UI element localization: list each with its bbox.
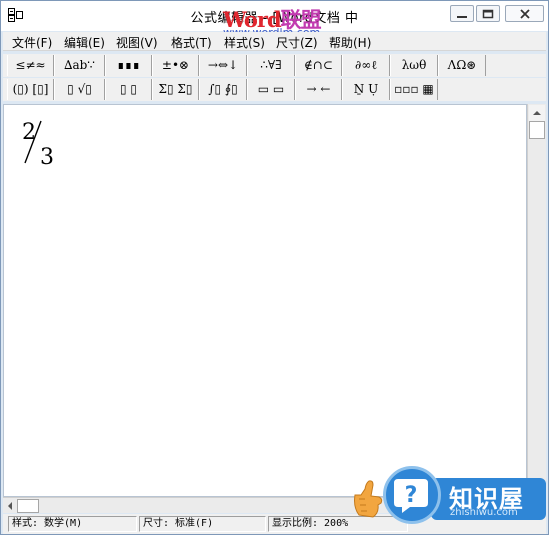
horizontal-scroll-thumb[interactable]	[17, 499, 39, 513]
maximize-button[interactable]	[476, 5, 500, 22]
greek-lowercase-button[interactable]: λωθ	[390, 55, 438, 76]
spaces-ellipses-button[interactable]: ∆ab∵	[54, 55, 105, 76]
logical-symbols-button[interactable]: ∴∀∃	[247, 55, 295, 76]
relational-symbols-button[interactable]: ≤≠≈	[7, 55, 54, 76]
operator-symbols-button[interactable]: ±•⊗	[152, 55, 199, 76]
svg-text:?: ?	[405, 483, 418, 508]
question-mark-icon: ?	[394, 479, 428, 513]
underbar-overbar-templates-button[interactable]: ▭ ▭	[247, 79, 295, 100]
summation-templates-button[interactable]: Σ▯ Σ▯	[152, 79, 199, 100]
arrow-symbols-button[interactable]: →⇔↓	[199, 55, 247, 76]
pointing-hand-icon	[354, 480, 383, 518]
menu-format[interactable]: 格式(T)	[171, 34, 212, 51]
equation-editing-area[interactable]: 2 3	[3, 104, 527, 497]
menu-style[interactable]: 样式(S)	[224, 34, 265, 51]
menu-edit[interactable]: 编辑(E)	[64, 34, 105, 51]
menu-size[interactable]: 尺寸(Z)	[276, 34, 318, 51]
badge-circle: ?	[383, 466, 441, 524]
labeled-arrow-templates-button[interactable]: → ←	[295, 79, 342, 100]
set-theory-button[interactable]: ∉∩⊂	[295, 55, 342, 76]
status-size: 尺寸: 标准(F)	[139, 516, 266, 532]
fraction-denominator: 3	[40, 145, 54, 167]
subscript-superscript-templates-button[interactable]: ▯ ▯	[105, 79, 152, 100]
vertical-scrollbar[interactable]	[527, 104, 546, 497]
symbol-palette: ≤≠≈ ∆ab∵ ∎∎∎ ±•⊗ →⇔↓ ∴∀∃ ∉∩⊂ ∂∞ℓ λωθ ΛΩ⊛	[3, 54, 546, 77]
fraction-formula: 2 3	[22, 120, 54, 167]
watermark-badge: ? 知识屋 zhishiwu.com	[351, 463, 548, 534]
equation-editor-window: 公式编辑器 - [Word文档 中 Word联盟 www.wordlm.com …	[0, 0, 549, 535]
title-bar[interactable]: 公式编辑器 - [Word文档 中 Word联盟 www.wordlm.com	[1, 1, 548, 39]
menu-help[interactable]: 帮助(H)	[329, 34, 371, 51]
embellishments-button[interactable]: ∎∎∎	[105, 55, 152, 76]
arrow-up-icon	[533, 111, 541, 115]
minimize-button[interactable]	[450, 5, 474, 22]
menu-file[interactable]: 文件(F)	[12, 34, 52, 51]
integral-templates-button[interactable]: ∫▯ ∮▯	[199, 79, 247, 100]
misc-symbols-button[interactable]: ∂∞ℓ	[342, 55, 390, 76]
product-set-templates-button[interactable]: Ṉ Ụ	[342, 79, 390, 100]
minimize-icon	[457, 16, 467, 18]
maximize-icon	[482, 9, 494, 19]
status-style: 样式: 数学(M)	[8, 516, 137, 532]
menu-bar: 文件(F) 编辑(E) 视图(V) 格式(T) 样式(S) 尺寸(Z) 帮助(H…	[3, 32, 546, 51]
matrix-templates-button[interactable]: ▫▫▫ ▦	[390, 79, 438, 100]
close-button[interactable]	[505, 5, 544, 22]
vertical-scroll-thumb[interactable]	[529, 121, 545, 139]
badge-site-url: zhishiwu.com	[450, 507, 518, 518]
arrow-left-icon[interactable]	[5, 501, 15, 511]
close-icon	[520, 9, 530, 19]
fraction-radical-templates-button[interactable]: ▯ √▯	[54, 79, 105, 100]
template-palette: (▯) [▯] ▯ √▯ ▯ ▯ Σ▯ Σ▯ ∫▯ ∮▯ ▭ ▭ → ← Ṉ Ụ…	[3, 78, 546, 101]
menu-view[interactable]: 视图(V)	[116, 34, 158, 51]
greek-uppercase-button[interactable]: ΛΩ⊛	[438, 55, 486, 76]
fence-templates-button[interactable]: (▯) [▯]	[7, 79, 54, 100]
scroll-up-button[interactable]	[529, 105, 545, 121]
